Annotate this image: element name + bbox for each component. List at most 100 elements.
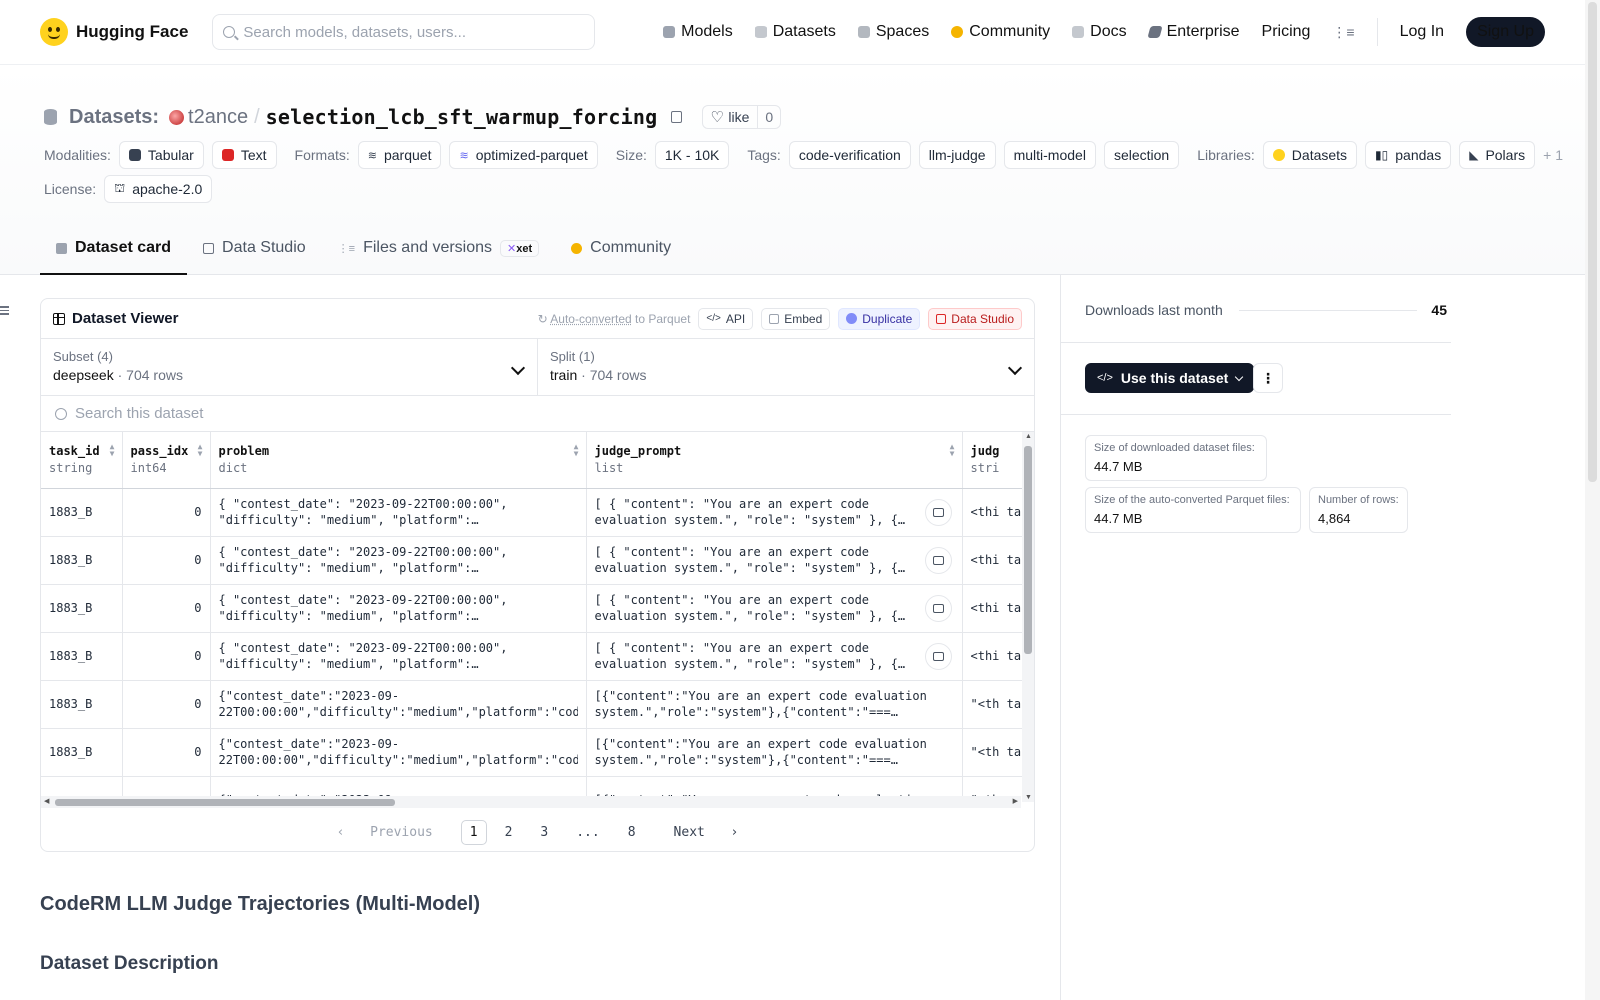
next-page-button[interactable]: Next › — [654, 822, 749, 843]
table-row[interactable]: 1883_B 0{ "contest_date": "2023-09-22T00:… — [41, 632, 1034, 681]
embed-button[interactable]: Embed — [761, 307, 831, 330]
cell-judge-prompt[interactable]: [ { "content": "You are an expert code e… — [586, 488, 963, 537]
nav-spaces[interactable]: Spaces — [857, 23, 929, 41]
api-button[interactable]: </> API — [698, 307, 754, 330]
format-optimized-parquet[interactable]: ≋ optimized-parquet — [449, 141, 598, 169]
tab-data-studio[interactable]: Data Studio — [187, 223, 322, 275]
page-2[interactable]: 2 — [495, 822, 523, 843]
modality-text[interactable]: Text — [211, 141, 277, 169]
nav-docs[interactable]: Docs — [1072, 23, 1127, 41]
brand-link[interactable]: Hugging Face — [40, 18, 188, 46]
cell-judge-prompt[interactable]: [{"content":"You are an expert code eval… — [586, 728, 963, 777]
subset-select[interactable]: Subset (4) deepseek · 704 rows — [41, 339, 537, 395]
tab-community[interactable]: Community — [555, 223, 687, 275]
cell-judge-prompt[interactable]: [ { "content": "You are an expert code e… — [586, 632, 963, 681]
prev-page-button[interactable]: ‹ Previous — [327, 822, 453, 843]
tab-dataset-card[interactable]: Dataset card — [40, 223, 188, 275]
cell-problem[interactable]: {"contest_date":"2023-09-22T00:00:00","d… — [210, 680, 587, 729]
tab-files-and-versions[interactable]: ⋮≡ Files and versions ✕xet — [322, 223, 556, 275]
split-value: train — [550, 367, 578, 383]
duplicate-button[interactable]: Duplicate — [838, 307, 921, 330]
page-1[interactable]: 1 — [460, 819, 487, 845]
page-8[interactable]: 8 — [618, 822, 646, 843]
nav-more-menu[interactable]: ⋮≡ — [1332, 24, 1354, 41]
modality-tabular[interactable]: Tabular — [118, 141, 204, 169]
nav-datasets[interactable]: Datasets — [754, 23, 836, 41]
scroll-right-icon[interactable]: ▶ — [1013, 797, 1018, 805]
sort-icon[interactable]: ▲ ▼ — [198, 443, 203, 458]
nav-pricing[interactable]: Pricing — [1262, 23, 1311, 41]
nav-models[interactable]: Models — [663, 23, 733, 41]
column-header-3[interactable]: judge_prompt list ▲ ▼ — [586, 432, 963, 489]
split-select[interactable]: Split (1) train · 704 rows — [537, 339, 1034, 395]
tag-chip[interactable]: llm-judge — [918, 141, 996, 169]
view-messages-button[interactable] — [924, 546, 952, 574]
auto-converted-note[interactable]: ↻ Auto-converted to Parquet — [538, 312, 691, 326]
table-row[interactable]: 1883_B 0{ "contest_date": "2023-09-22T00:… — [41, 584, 1034, 633]
card-heading: CodeRM LLM Judge Trajectories (Multi-Mod… — [40, 893, 481, 915]
chip-label: multi-model — [1013, 147, 1086, 163]
use-dataset-button[interactable]: </> Use this dataset — [1085, 363, 1255, 393]
cell-pass-idx: 0 — [122, 584, 211, 633]
table-row[interactable]: 1883_B 0{ "contest_date": "2023-09-22T00:… — [41, 488, 1034, 537]
column-header-0[interactable]: task_id string ▲ ▼ — [41, 432, 123, 489]
tag-chip[interactable]: selection — [1103, 141, 1180, 169]
scroll-up-icon[interactable]: ▲ — [1025, 433, 1032, 440]
vertical-scrollbar[interactable]: ▲ ▼ — [1022, 432, 1034, 802]
tag-chip[interactable]: multi-model — [1003, 141, 1096, 169]
xet-label: xet — [516, 242, 533, 255]
copy-icon[interactable] — [671, 111, 683, 123]
global-search[interactable] — [212, 14, 596, 50]
auto-converted-link[interactable]: Auto-converted — [550, 312, 631, 326]
cell-problem[interactable]: {"contest_date":"2023-09-22T00:00:00","d… — [210, 728, 587, 777]
page-3[interactable]: 3 — [530, 822, 558, 843]
toc-toggle-icon[interactable] — [0, 304, 10, 316]
chip-label: parquet — [383, 147, 432, 163]
license-chip[interactable]: ⛫ apache-2.0 — [104, 175, 213, 203]
more-options-button[interactable]: ⋮ — [1253, 363, 1283, 393]
cell-judge-prompt[interactable]: [ { "content": "You are an expert code e… — [586, 584, 963, 633]
dataset-search[interactable] — [41, 396, 1034, 432]
library-polars[interactable]: ◣ Polars — [1459, 141, 1536, 169]
size-chip[interactable]: 1K - 10K — [654, 141, 730, 169]
view-messages-button[interactable] — [924, 642, 952, 670]
scroll-down-icon[interactable]: ▼ — [1025, 794, 1032, 801]
cell-judge-prompt[interactable]: [{"content":"You are an expert code eval… — [586, 680, 963, 729]
cell-text: { "contest_date": "2023-09-22T00:00:00",… — [218, 641, 508, 671]
cell-problem[interactable]: { "contest_date": "2023-09-22T00:00:00",… — [210, 632, 587, 681]
sort-icon[interactable]: ▲ ▼ — [574, 443, 579, 458]
column-header-1[interactable]: pass_idx int64 ▲ ▼ — [122, 432, 211, 489]
tag-chip[interactable]: code-verification — [788, 141, 911, 169]
nav-community[interactable]: Community — [951, 23, 1050, 41]
horizontal-scrollbar[interactable]: ◀ ▶ — [41, 796, 1021, 808]
repo-owner-link[interactable]: t2ance — [169, 106, 248, 129]
table-row[interactable]: 1883_B 0 {"contest_date":"2023-09-22T00:00… — [41, 680, 1034, 729]
column-name: pass_idx — [130, 444, 189, 459]
library-datasets[interactable]: Datasets — [1262, 141, 1358, 169]
cell-problem[interactable]: { "contest_date": "2023-09-22T00:00:00",… — [210, 536, 587, 585]
global-search-input[interactable] — [243, 23, 574, 41]
page-scroll-thumb[interactable] — [1588, 2, 1597, 482]
view-messages-button[interactable] — [924, 594, 952, 622]
code-icon: </> — [706, 313, 721, 324]
cell-judge-prompt[interactable]: [ { "content": "You are an expert code e… — [586, 536, 963, 585]
data-studio-button[interactable]: Data Studio — [928, 307, 1022, 330]
sort-icon[interactable]: ▲ ▼ — [110, 443, 115, 458]
view-messages-button[interactable] — [924, 498, 952, 526]
library-pandas[interactable]: ▮▯ pandas — [1365, 141, 1452, 169]
signup-button[interactable]: Sign Up — [1466, 17, 1545, 47]
column-header-2[interactable]: problem dict ▲ ▼ — [210, 432, 587, 489]
scroll-left-icon[interactable]: ◀ — [44, 797, 49, 805]
libraries-more[interactable]: + 1 — [1543, 147, 1563, 163]
nav-enterprise[interactable]: Enterprise — [1146, 23, 1240, 41]
page-scrollbar[interactable] — [1585, 0, 1600, 1000]
cell-problem[interactable]: { "contest_date": "2023-09-22T00:00:00",… — [210, 488, 587, 537]
like-button[interactable]: like 0 — [702, 105, 782, 129]
dataset-search-input[interactable] — [75, 405, 575, 422]
format-parquet[interactable]: ≋ parquet — [357, 141, 442, 169]
sort-icon[interactable]: ▲ ▼ — [950, 443, 955, 458]
login-link[interactable]: Log In — [1400, 23, 1444, 41]
cell-problem[interactable]: { "contest_date": "2023-09-22T00:00:00",… — [210, 584, 587, 633]
table-row[interactable]: 1883_B 0 {"contest_date":"2023-09-22T00:00… — [41, 728, 1034, 777]
table-row[interactable]: 1883_B 0{ "contest_date": "2023-09-22T00:… — [41, 536, 1034, 585]
